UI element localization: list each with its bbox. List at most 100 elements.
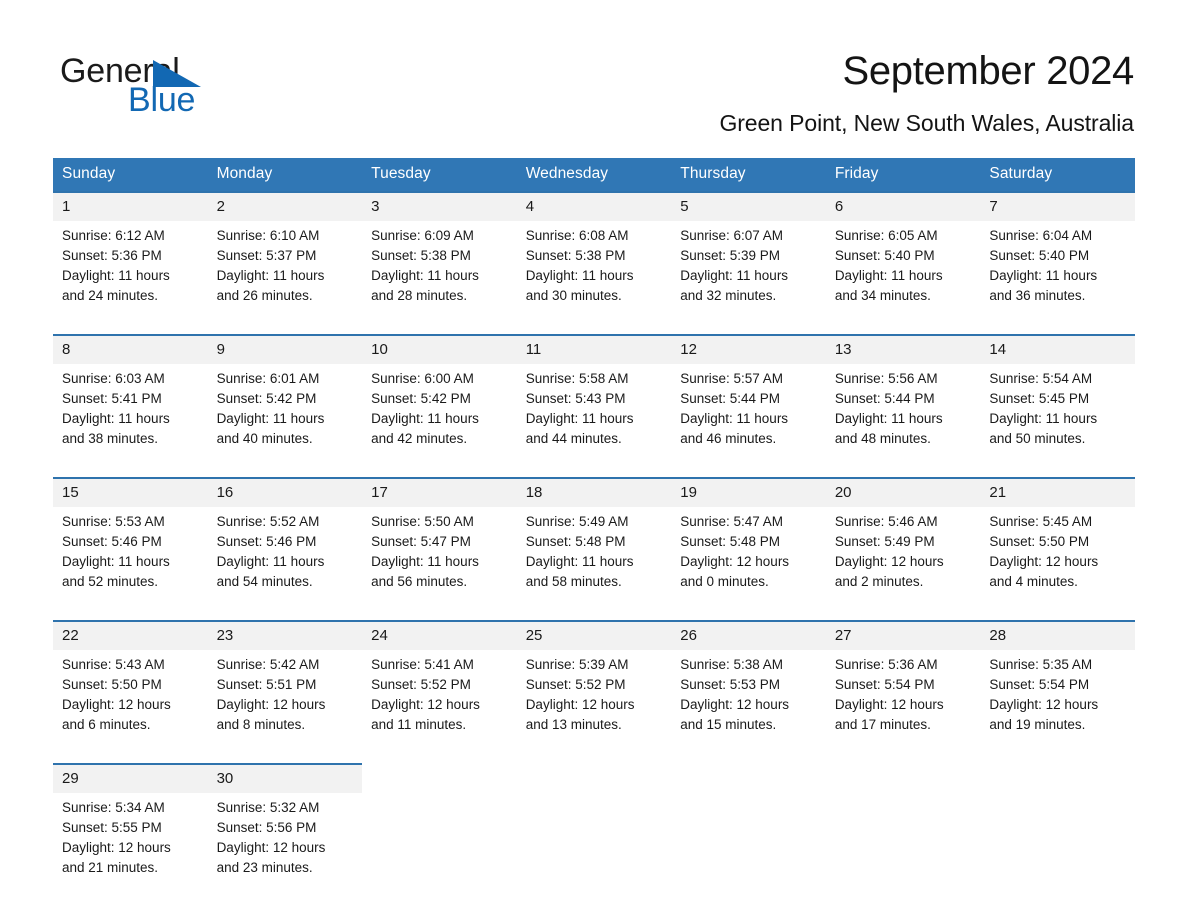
- daylight-text-line2: and 21 minutes.: [62, 860, 159, 875]
- day-cell[interactable]: Sunrise: 6:04 AM Sunset: 5:40 PM Dayligh…: [980, 221, 1135, 320]
- day-cell[interactable]: Sunrise: 5:46 AM Sunset: 5:49 PM Dayligh…: [825, 507, 981, 606]
- day-cell[interactable]: Sunrise: 6:10 AM Sunset: 5:37 PM Dayligh…: [207, 221, 363, 320]
- day-number[interactable]: 19: [671, 477, 826, 507]
- day-cell[interactable]: Sunrise: 6:09 AM Sunset: 5:38 PM Dayligh…: [362, 221, 517, 320]
- daylight-text-line1: Daylight: 11 hours: [680, 411, 789, 426]
- empty-day-cell: [671, 764, 826, 793]
- day-number[interactable]: 1: [53, 191, 208, 221]
- day-cell[interactable]: Sunrise: 5:58 AM Sunset: 5:43 PM Dayligh…: [516, 364, 672, 463]
- day-number[interactable]: 16: [207, 477, 363, 507]
- day-number[interactable]: 18: [516, 477, 672, 507]
- day-number[interactable]: 26: [671, 620, 826, 650]
- day-number[interactable]: 20: [825, 477, 981, 507]
- day-number[interactable]: 12: [671, 334, 826, 364]
- weekday-header-saturday: Saturday: [980, 158, 1135, 192]
- day-number[interactable]: 23: [207, 620, 363, 650]
- sunset-text: Sunset: 5:48 PM: [525, 534, 626, 549]
- day-cell[interactable]: Sunrise: 5:56 AM Sunset: 5:44 PM Dayligh…: [825, 364, 981, 463]
- day-cell[interactable]: Sunrise: 5:45 AM Sunset: 5:50 PM Dayligh…: [980, 507, 1135, 606]
- day-number[interactable]: 21: [980, 477, 1135, 507]
- day-number[interactable]: 17: [362, 477, 517, 507]
- day-cell[interactable]: Sunrise: 5:39 AM Sunset: 5:52 PM Dayligh…: [516, 650, 672, 749]
- day-number[interactable]: 14: [980, 334, 1135, 364]
- day-cell[interactable]: Sunrise: 5:38 AM Sunset: 5:53 PM Dayligh…: [671, 650, 826, 749]
- day-number[interactable]: 6: [825, 191, 981, 221]
- calendar-body: 1 2 3 4 5 6 7 Sunrise: 6:12 AM Sunset: 5…: [53, 191, 1135, 892]
- daylight-text-line1: Daylight: 12 hours: [216, 697, 326, 712]
- sunset-text: Sunset: 5:47 PM: [371, 534, 471, 549]
- day-cell[interactable]: Sunrise: 5:47 AM Sunset: 5:48 PM Dayligh…: [671, 507, 826, 606]
- day-cell[interactable]: Sunrise: 6:03 AM Sunset: 5:41 PM Dayligh…: [53, 364, 208, 463]
- daylight-text-line1: Daylight: 11 hours: [62, 268, 170, 283]
- day-cell[interactable]: Sunrise: 6:08 AM Sunset: 5:38 PM Dayligh…: [516, 221, 672, 320]
- daylight-text-line1: Daylight: 11 hours: [525, 268, 634, 283]
- day-cell[interactable]: Sunrise: 5:49 AM Sunset: 5:48 PM Dayligh…: [516, 507, 672, 606]
- day-number[interactable]: 9: [207, 334, 363, 364]
- day-number[interactable]: 15: [53, 477, 208, 507]
- daylight-text-line2: and 26 minutes.: [216, 288, 313, 303]
- sunrise-text: Sunrise: 5:46 AM: [834, 514, 938, 529]
- daylight-text-line1: Daylight: 11 hours: [680, 268, 789, 283]
- daylight-text-line1: Daylight: 11 hours: [371, 411, 479, 426]
- day-cell[interactable]: Sunrise: 5:50 AM Sunset: 5:47 PM Dayligh…: [362, 507, 517, 606]
- day-cell[interactable]: Sunrise: 5:34 AM Sunset: 5:55 PM Dayligh…: [53, 793, 208, 892]
- day-cell[interactable]: Sunrise: 6:12 AM Sunset: 5:36 PM Dayligh…: [53, 221, 208, 320]
- daylight-text-line1: Daylight: 11 hours: [62, 411, 170, 426]
- sunset-text: Sunset: 5:50 PM: [989, 534, 1090, 549]
- day-cell[interactable]: Sunrise: 5:53 AM Sunset: 5:46 PM Dayligh…: [53, 507, 208, 606]
- day-number[interactable]: 10: [362, 334, 517, 364]
- daylight-text-line1: Daylight: 11 hours: [834, 268, 943, 283]
- empty-day-cell: [671, 793, 826, 892]
- day-number[interactable]: 27: [825, 620, 981, 650]
- day-number[interactable]: 8: [53, 334, 208, 364]
- day-cell[interactable]: Sunrise: 5:57 AM Sunset: 5:44 PM Dayligh…: [671, 364, 826, 463]
- daylight-text-line2: and 58 minutes.: [525, 574, 622, 589]
- day-cell[interactable]: Sunrise: 5:52 AM Sunset: 5:46 PM Dayligh…: [207, 507, 363, 606]
- sunrise-text: Sunrise: 5:35 AM: [989, 657, 1093, 672]
- day-cell[interactable]: Sunrise: 5:36 AM Sunset: 5:54 PM Dayligh…: [825, 650, 981, 749]
- sunrise-text: Sunrise: 6:08 AM: [525, 228, 629, 243]
- day-cell[interactable]: Sunrise: 6:07 AM Sunset: 5:39 PM Dayligh…: [671, 221, 826, 320]
- day-cell[interactable]: Sunrise: 5:42 AM Sunset: 5:51 PM Dayligh…: [207, 650, 363, 749]
- day-number[interactable]: 4: [516, 191, 672, 221]
- daylight-text-line2: and 17 minutes.: [834, 717, 931, 732]
- daylight-text-line2: and 46 minutes.: [680, 431, 777, 446]
- empty-day-cell: [980, 793, 1135, 892]
- day-number[interactable]: 13: [825, 334, 981, 364]
- calendar-page: General Blue September 2024 Green Point,…: [0, 0, 1188, 918]
- daylight-text-line1: Daylight: 11 hours: [216, 554, 325, 569]
- empty-day-cell: [825, 764, 981, 793]
- day-cell[interactable]: Sunrise: 5:41 AM Sunset: 5:52 PM Dayligh…: [362, 650, 517, 749]
- day-number[interactable]: 28: [980, 620, 1135, 650]
- sunrise-text: Sunrise: 5:54 AM: [989, 371, 1093, 386]
- day-cell[interactable]: Sunrise: 6:00 AM Sunset: 5:42 PM Dayligh…: [362, 364, 517, 463]
- day-number[interactable]: 24: [362, 620, 517, 650]
- daylight-text-line1: Daylight: 11 hours: [989, 411, 1098, 426]
- day-cell[interactable]: Sunrise: 6:01 AM Sunset: 5:42 PM Dayligh…: [207, 364, 363, 463]
- sunrise-text: Sunrise: 6:10 AM: [216, 228, 320, 243]
- day-number[interactable]: 25: [516, 620, 672, 650]
- day-cell[interactable]: Sunrise: 5:54 AM Sunset: 5:45 PM Dayligh…: [980, 364, 1135, 463]
- daylight-text-line2: and 32 minutes.: [680, 288, 777, 303]
- day-number[interactable]: 3: [362, 191, 517, 221]
- generalblue-logo[interactable]: General Blue: [57, 52, 357, 124]
- day-number[interactable]: 29: [53, 763, 208, 793]
- sunset-text: Sunset: 5:42 PM: [216, 391, 317, 406]
- day-number[interactable]: 11: [516, 334, 672, 364]
- day-cell[interactable]: Sunrise: 5:32 AM Sunset: 5:56 PM Dayligh…: [207, 793, 363, 892]
- sunrise-text: Sunrise: 5:53 AM: [62, 514, 165, 529]
- week-row-daynumbers: 29 30: [53, 763, 1135, 793]
- sunset-text: Sunset: 5:54 PM: [834, 677, 935, 692]
- daylight-text-line1: Daylight: 12 hours: [834, 554, 944, 569]
- sunset-text: Sunset: 5:51 PM: [216, 677, 317, 692]
- day-number[interactable]: 22: [53, 620, 208, 650]
- daylight-text-line2: and 23 minutes.: [216, 860, 313, 875]
- day-number[interactable]: 2: [207, 191, 363, 221]
- day-cell[interactable]: Sunrise: 5:35 AM Sunset: 5:54 PM Dayligh…: [980, 650, 1135, 749]
- week-row-details: Sunrise: 5:53 AM Sunset: 5:46 PM Dayligh…: [53, 507, 1135, 606]
- day-number[interactable]: 30: [207, 763, 363, 793]
- day-number[interactable]: 7: [980, 191, 1135, 221]
- day-cell[interactable]: Sunrise: 6:05 AM Sunset: 5:40 PM Dayligh…: [825, 221, 981, 320]
- day-number[interactable]: 5: [671, 191, 826, 221]
- day-cell[interactable]: Sunrise: 5:43 AM Sunset: 5:50 PM Dayligh…: [53, 650, 208, 749]
